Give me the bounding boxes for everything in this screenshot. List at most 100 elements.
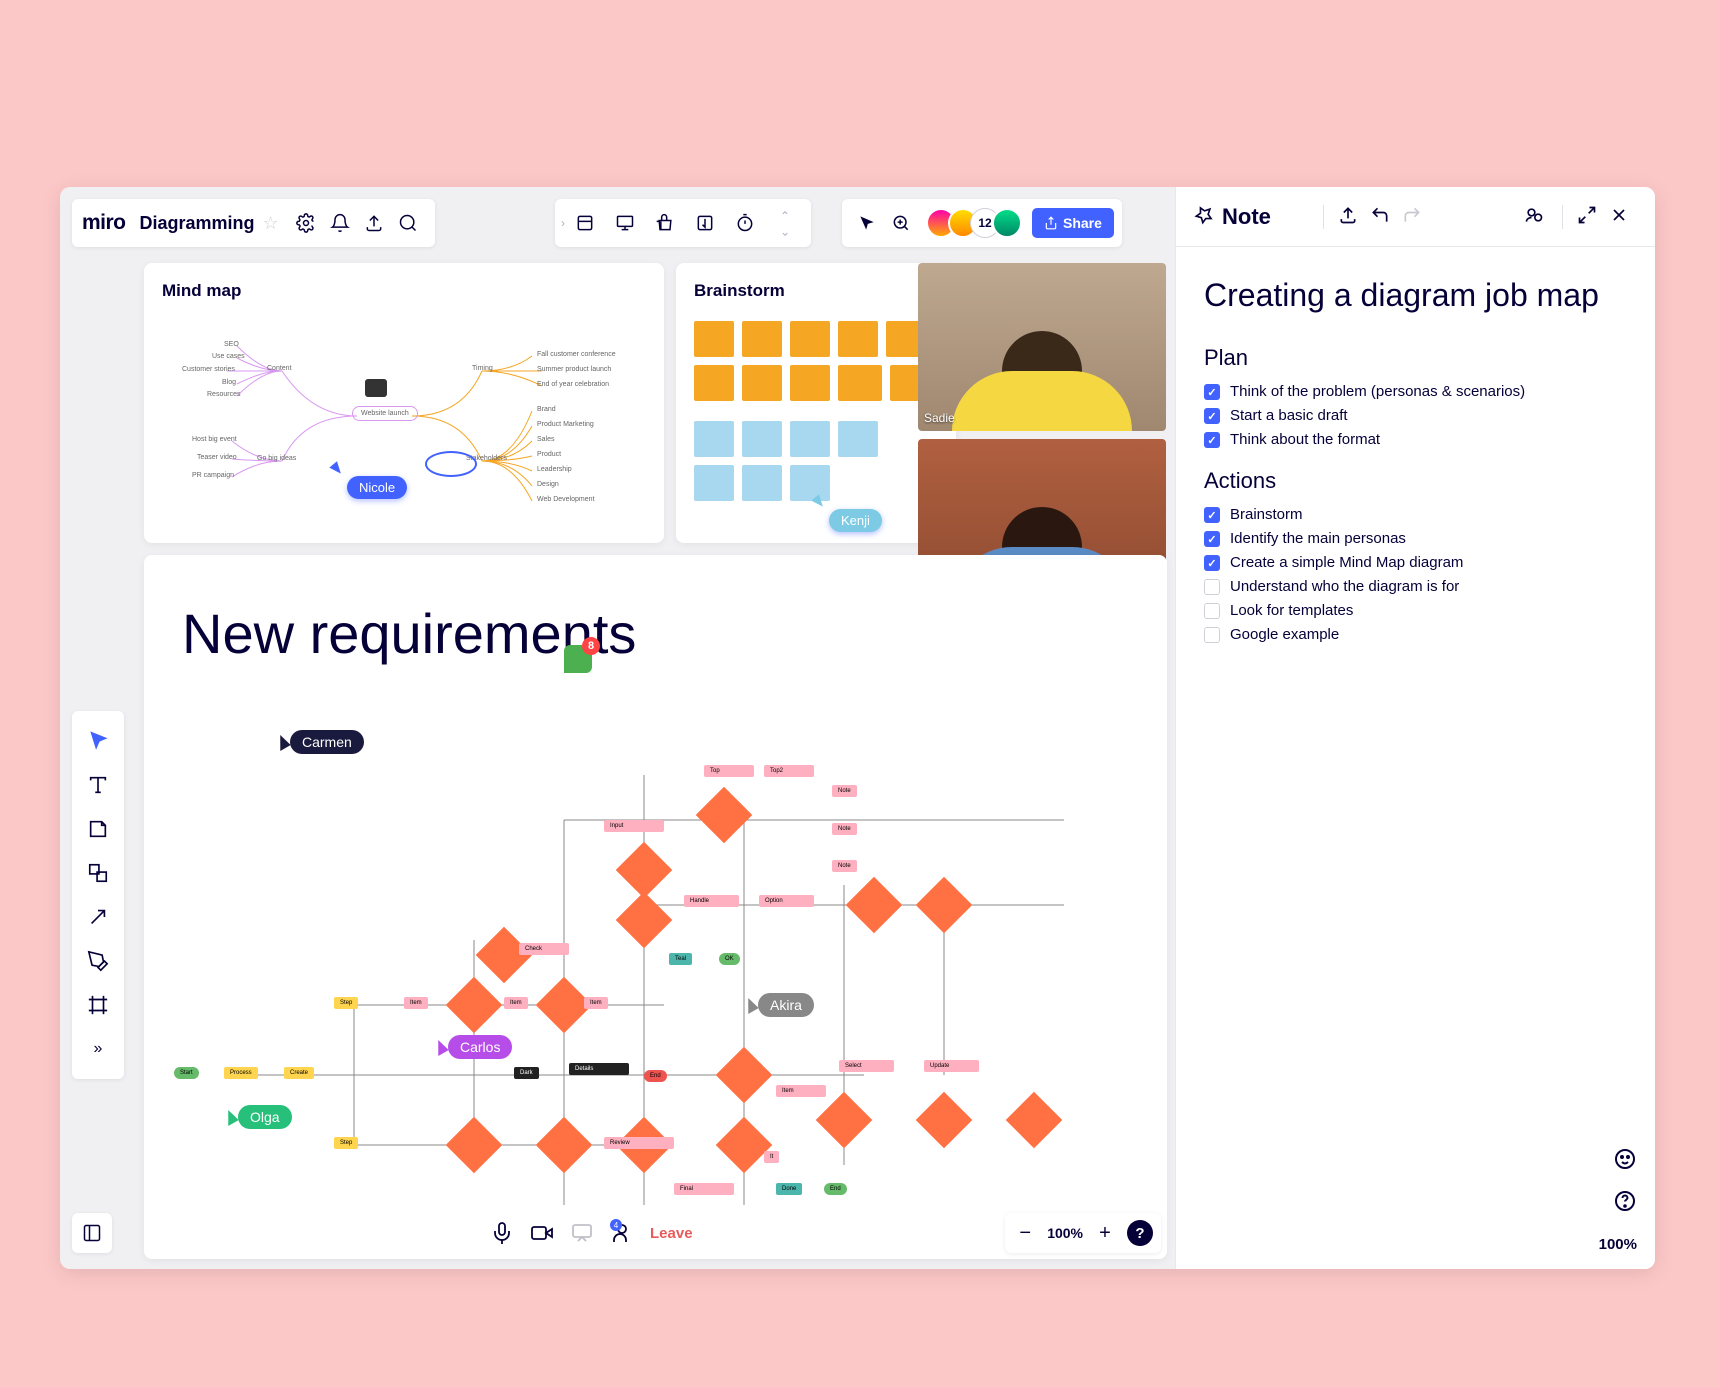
text-tool[interactable] bbox=[78, 765, 118, 805]
checkbox-icon[interactable] bbox=[1204, 627, 1220, 643]
panel-zoom-value[interactable]: 100% bbox=[1599, 1236, 1637, 1253]
help-icon[interactable] bbox=[1613, 1189, 1637, 1213]
checklist-item[interactable]: Brainstorm bbox=[1204, 506, 1627, 523]
process-node[interactable]: Input bbox=[604, 820, 664, 832]
card-mindmap[interactable]: Mind map Website launch Content SEO Use … bbox=[144, 263, 664, 543]
close-icon[interactable] bbox=[1609, 205, 1633, 229]
process-node[interactable]: Update bbox=[924, 1060, 979, 1072]
camera-icon[interactable] bbox=[530, 1221, 554, 1245]
sticky-note[interactable] bbox=[694, 421, 734, 457]
process-node[interactable]: Select bbox=[839, 1060, 894, 1072]
checkbox-icon[interactable] bbox=[1204, 555, 1220, 571]
checkbox-icon[interactable] bbox=[1204, 432, 1220, 448]
sticky-note[interactable] bbox=[694, 465, 734, 501]
avatar[interactable] bbox=[992, 208, 1022, 238]
process-node[interactable]: Create bbox=[284, 1067, 314, 1079]
share-button[interactable]: Share bbox=[1032, 208, 1114, 238]
cursor-mode-icon[interactable] bbox=[852, 208, 882, 238]
checkbox-icon[interactable] bbox=[1204, 579, 1220, 595]
board-name[interactable]: Diagramming bbox=[140, 213, 255, 234]
present-icon[interactable] bbox=[610, 208, 640, 238]
note-doc-title[interactable]: Creating a diagram job map bbox=[1204, 275, 1627, 315]
process-node[interactable]: Item bbox=[504, 997, 528, 1009]
checklist-item[interactable]: Create a simple Mind Map diagram bbox=[1204, 554, 1627, 571]
bell-icon[interactable] bbox=[325, 208, 355, 238]
settings-icon[interactable] bbox=[291, 208, 321, 238]
comment-badge[interactable]: 8 bbox=[564, 645, 592, 673]
search-icon[interactable] bbox=[393, 208, 423, 238]
leave-button[interactable]: Leave bbox=[650, 1225, 693, 1242]
sticky-note[interactable] bbox=[742, 465, 782, 501]
checklist-item[interactable]: Think about the format bbox=[1204, 431, 1627, 448]
process-node[interactable]: Step bbox=[334, 1137, 358, 1149]
sticky-note[interactable] bbox=[694, 321, 734, 357]
process-node[interactable]: Top bbox=[704, 765, 754, 777]
process-node[interactable]: Handle bbox=[684, 895, 739, 907]
process-node[interactable]: Process bbox=[224, 1067, 258, 1079]
process-node[interactable]: Dark bbox=[514, 1067, 539, 1079]
redo-icon[interactable] bbox=[1402, 205, 1426, 229]
sticky-note[interactable] bbox=[790, 421, 830, 457]
process-node[interactable]: Item bbox=[776, 1085, 826, 1097]
microphone-icon[interactable] bbox=[490, 1221, 514, 1245]
checkbox-icon[interactable] bbox=[1204, 531, 1220, 547]
pin-icon[interactable] bbox=[1194, 205, 1218, 229]
process-node[interactable]: Note bbox=[832, 860, 857, 872]
notes-body[interactable]: Creating a diagram job map Plan Think of… bbox=[1176, 247, 1655, 678]
card-brainstorm[interactable]: Brainstorm Kenji bbox=[676, 263, 956, 543]
export-icon[interactable] bbox=[359, 208, 389, 238]
reactions-icon[interactable] bbox=[650, 208, 680, 238]
zoom-out-button[interactable]: − bbox=[1013, 1221, 1037, 1245]
undo-icon[interactable] bbox=[1370, 205, 1394, 229]
process-node[interactable]: Final bbox=[674, 1183, 734, 1195]
process-node[interactable]: Review bbox=[604, 1137, 674, 1149]
zoom-in-button[interactable]: + bbox=[1093, 1221, 1117, 1245]
chevron-right-icon[interactable]: › bbox=[561, 216, 565, 230]
arrow-tool[interactable] bbox=[78, 897, 118, 937]
sticky-note[interactable] bbox=[838, 421, 878, 457]
zoom-value[interactable]: 100% bbox=[1047, 1225, 1083, 1241]
process-node[interactable]: OK bbox=[719, 953, 740, 965]
frame-tool[interactable] bbox=[78, 985, 118, 1025]
timer-icon[interactable] bbox=[730, 208, 760, 238]
help-button[interactable]: ? bbox=[1127, 1220, 1153, 1246]
checklist-item[interactable]: Identify the main personas bbox=[1204, 530, 1627, 547]
process-node[interactable]: Item bbox=[584, 997, 608, 1009]
collaborators-icon[interactable] bbox=[1524, 205, 1548, 229]
checklist-item[interactable]: Think of the problem (personas & scenari… bbox=[1204, 383, 1627, 400]
sticky-note[interactable] bbox=[742, 421, 782, 457]
start-node[interactable]: Start bbox=[174, 1067, 199, 1079]
sticky-note[interactable] bbox=[790, 465, 830, 501]
export-icon[interactable] bbox=[1338, 205, 1362, 229]
sticky-tool[interactable] bbox=[78, 809, 118, 849]
checkbox-icon[interactable] bbox=[1204, 603, 1220, 619]
process-node[interactable]: Done bbox=[776, 1183, 802, 1195]
embed-icon[interactable] bbox=[690, 208, 720, 238]
checklist-item[interactable]: Understand who the diagram is for bbox=[1204, 578, 1627, 595]
checkbox-icon[interactable] bbox=[1204, 384, 1220, 400]
sticky-note[interactable] bbox=[838, 365, 882, 401]
screenshare-icon[interactable] bbox=[570, 1221, 594, 1245]
pen-tool[interactable] bbox=[78, 941, 118, 981]
checklist-item[interactable]: Look for templates bbox=[1204, 602, 1627, 619]
shape-tool[interactable] bbox=[78, 853, 118, 893]
process-node[interactable]: Details bbox=[569, 1063, 629, 1075]
process-node[interactable]: Step bbox=[334, 997, 358, 1009]
sticky-note[interactable] bbox=[790, 321, 830, 357]
checkbox-icon[interactable] bbox=[1204, 507, 1220, 523]
cursor-tool[interactable] bbox=[78, 721, 118, 761]
end-node[interactable]: End bbox=[644, 1070, 667, 1082]
checkbox-icon[interactable] bbox=[1204, 408, 1220, 424]
more-icon[interactable]: ⌃⌃ bbox=[770, 208, 800, 238]
card-flowchart[interactable]: New requirements bbox=[144, 555, 1167, 1259]
process-node[interactable]: Note bbox=[832, 785, 857, 797]
participants-icon[interactable]: 4 bbox=[610, 1221, 634, 1245]
process-node[interactable]: End bbox=[824, 1183, 847, 1195]
sticky-note[interactable] bbox=[790, 365, 830, 401]
process-node[interactable]: Option bbox=[759, 895, 814, 907]
process-node[interactable]: Teal bbox=[669, 953, 692, 965]
chat-icon[interactable] bbox=[1613, 1147, 1637, 1171]
sticky-note[interactable] bbox=[742, 365, 782, 401]
sticky-note[interactable] bbox=[838, 321, 878, 357]
panel-toggle-icon[interactable] bbox=[72, 1213, 112, 1253]
